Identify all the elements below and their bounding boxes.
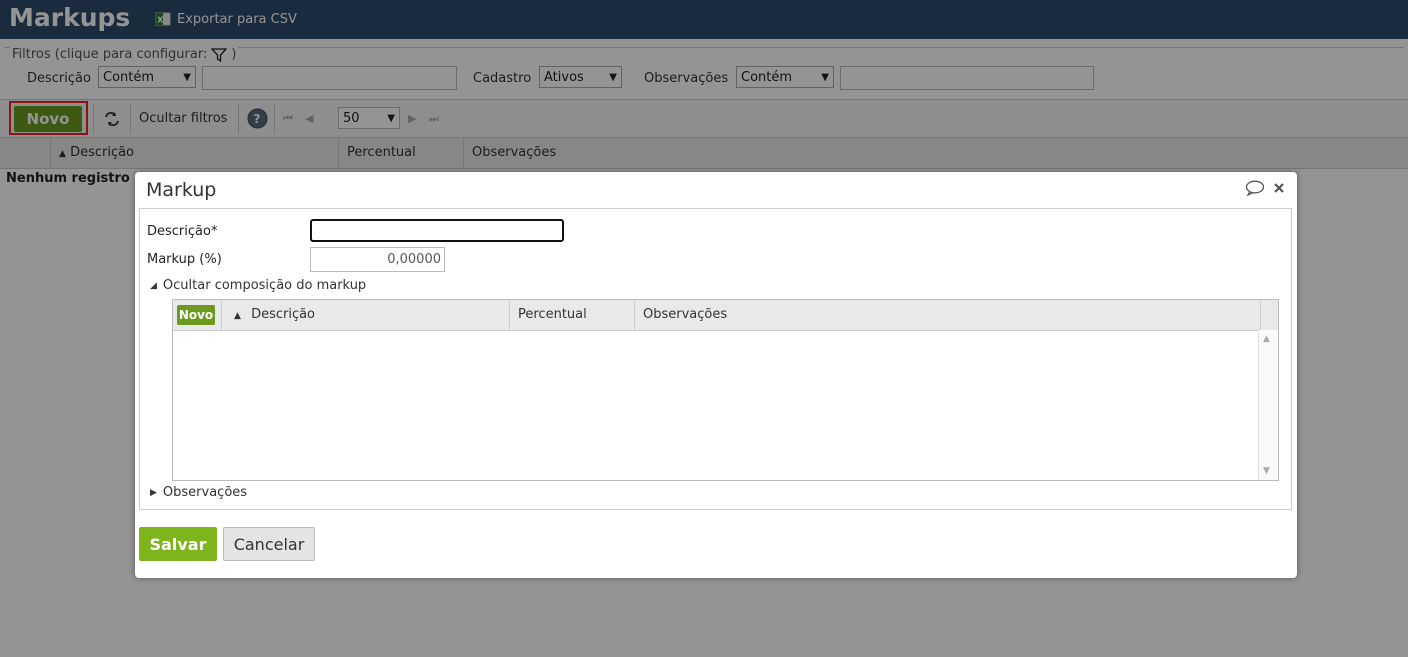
composition-grid-header: Novo ▲ Descrição Percentual Observações [173,300,1278,331]
markup-dialog: Markup Descrição* Markup (%) 0,00000 ◢ O… [135,172,1297,578]
sort-asc-icon: ▲ [234,311,241,321]
close-icon[interactable] [1273,182,1285,194]
subgrid-column-descricao-label: Descrição [251,307,316,322]
composition-toggle-label: Ocultar composição do markup [162,278,367,293]
dialog-title-icons [1245,180,1285,196]
descricao-label: Descrição* [147,224,218,239]
observacoes-toggle-label: Observações [162,485,248,500]
observacoes-toggle[interactable]: ▶ Observações [150,485,247,500]
dialog-body: Descrição* Markup (%) 0,00000 ◢ Ocultar … [139,208,1292,510]
composition-grid-scrollbar[interactable]: ▲ ▼ [1258,330,1278,480]
markup-percent-input[interactable]: 0,00000 [310,247,445,272]
scroll-up-icon[interactable]: ▲ [1263,334,1270,344]
triangle-right-icon: ▶ [150,487,157,498]
subgrid-column-percentual[interactable]: Percentual [509,300,634,330]
triangle-down-icon: ◢ [150,280,157,291]
cancel-button[interactable]: Cancelar [223,527,315,561]
scroll-down-icon[interactable]: ▼ [1263,466,1270,476]
markup-label: Markup (%) [147,252,222,267]
composition-grid: Novo ▲ Descrição Percentual Observações … [172,299,1279,481]
descricao-input[interactable] [310,219,564,242]
subgrid-column-descricao[interactable]: ▲ Descrição [221,300,509,330]
subgrid-column-observacoes[interactable]: Observações [634,300,1260,330]
save-button[interactable]: Salvar [139,527,217,561]
comment-icon[interactable] [1245,180,1265,196]
composition-novo-button[interactable]: Novo [177,305,215,325]
composition-toggle[interactable]: ◢ Ocultar composição do markup [150,278,366,293]
dialog-title: Markup [146,179,217,201]
subgrid-header-spacer [1260,300,1278,330]
